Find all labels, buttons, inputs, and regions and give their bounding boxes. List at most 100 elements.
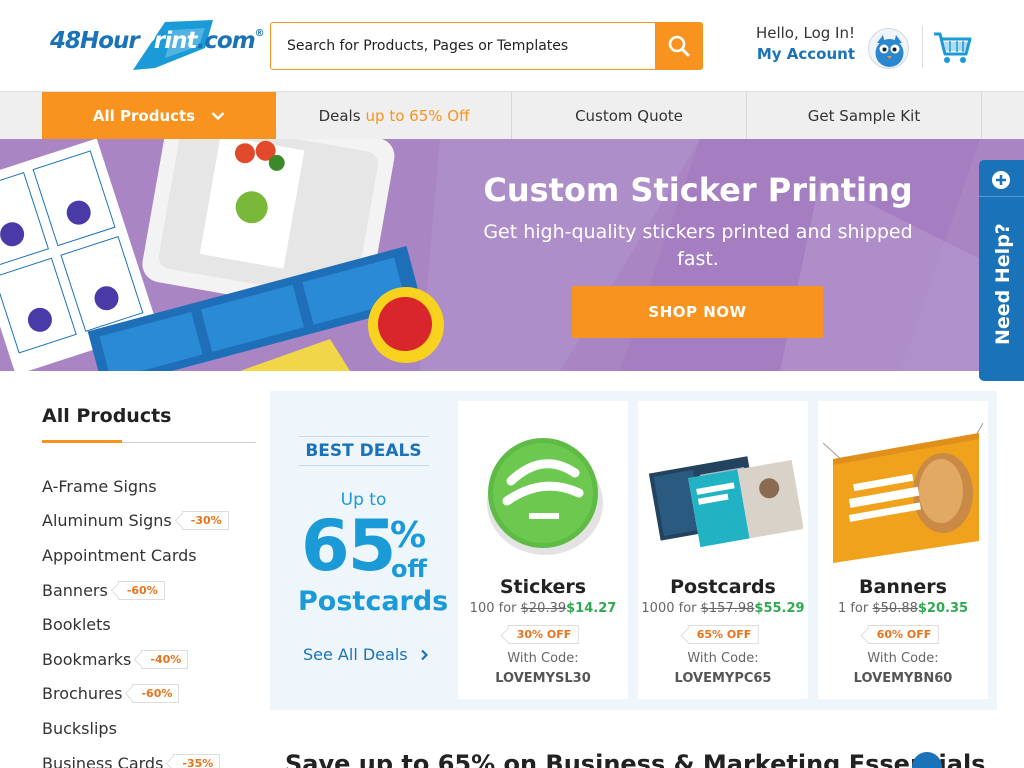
nav-custom-quote-label: Custom Quote [575,107,683,125]
chevron-down-icon [211,112,225,121]
sticker-image [487,438,603,555]
deal-card-price: 1000 for $157.98$55.29 [638,601,808,616]
discount-badge: -35% [173,753,221,768]
mascot-avatar[interactable] [868,28,909,69]
deal-card-code: LOVEMYBN60 [853,671,953,686]
sidebar-title: All Products [42,405,172,427]
site-header: 48HourPrint.com® Hello, Log In! My Accou… [0,0,1024,91]
deal-card-code-label: With Code: [867,651,939,666]
see-all-deals-label: See All Deals [303,645,408,664]
best-deals-panel: BEST DEALS Up to 65 % off Postcards See … [270,391,997,710]
hero-title: Custom Sticker Printing [483,171,913,209]
nav-deals-highlight: up to 65% Off [365,107,470,125]
postcard-image [648,456,803,548]
header-divider [922,26,923,68]
deal-card-stickers[interactable]: Stickers 100 for $20.39$14.27 30% OFF Wi… [458,401,628,699]
discount-badge: -60% [117,580,165,600]
discount-badge: -40% [141,649,189,669]
deal-card-price: 1 for $50.88$20.35 [818,601,988,616]
deal-card-new-price: $55.29 [754,601,805,616]
sidebar-title-underline [42,440,256,443]
nav-custom-quote[interactable]: Custom Quote [512,92,747,140]
mascot-icon [875,35,904,67]
deal-card-postcards[interactable]: Postcards 1000 for $157.98$55.29 65% OFF… [638,401,808,699]
deal-card-code-label: With Code: [687,651,759,666]
sidebar-item-label: Brochures [42,684,123,704]
deal-card-new-price: $20.35 [917,601,969,616]
deal-card-badge: 65% OFF [687,625,759,644]
best-deals-percent-sign: % [390,515,427,556]
sidebar-item-label: Booklets [42,615,111,635]
discount-badge: -60% [132,684,180,704]
sidebar-item-booklets[interactable]: Booklets [42,607,256,642]
deal-card-code: LOVEMYPC65 [674,671,772,686]
sidebar-item-buckslips[interactable]: Buckslips [42,711,256,746]
best-deals-product: Postcards [298,586,449,617]
search-input[interactable] [271,23,657,69]
deal-card-badge: 60% OFF [867,625,939,644]
sidebar-item-aluminum-signs[interactable]: Aluminum Signs -30% [42,504,256,539]
sidebar-item-bookmarks[interactable]: Bookmarks -40% [42,642,256,677]
sidebar-item-label: Bookmarks [42,649,132,669]
best-deals-title: BEST DEALS [298,436,429,466]
cart-button[interactable] [932,30,972,66]
sidebar-list: A-Frame Signs Aluminum Signs -30% Appoint… [42,469,256,768]
deal-card-qty: 1000 for [641,601,697,616]
sidebar-item-appointment-cards[interactable]: Appointment Cards [42,538,256,573]
help-tab-divider [979,196,1024,197]
best-deals-percent: 65 [301,505,396,587]
hero-subtitle: Get high-quality stickers printed and sh… [483,221,913,270]
nav-deals-label: Deals [318,107,361,125]
cart-icon [934,32,972,63]
deal-card-banners[interactable]: Banners 1 for $50.88$20.35 60% OFF With … [818,401,988,699]
deal-card-badge: 30% OFF [507,625,579,644]
sidebar-item-a-frame-signs[interactable]: A-Frame Signs [42,469,256,504]
chevron-right-icon [420,649,428,660]
need-help-tab[interactable]: Need Help? [979,160,1024,381]
product-sidebar: All Products A-Frame Signs Aluminum Sign… [42,405,256,768]
deal-card-name: Stickers [499,576,587,598]
account-block[interactable]: Hello, Log In! My Account [740,24,855,63]
deal-card-old-price: $50.88 [872,601,918,616]
discount-badge: -30% [181,511,229,531]
deal-card-qty: 100 for [469,601,517,616]
sidebar-item-label: Appointment Cards [42,545,197,565]
best-deals-off: off [391,555,427,583]
site-logo[interactable]: 48HourPrint.com® [50,18,265,72]
search-box [270,22,703,70]
login-link[interactable]: Hello, Log In! [740,24,855,42]
sidebar-item-brochures[interactable]: Brochures -60% [42,677,256,712]
banner-image [823,422,983,563]
main-nav: All Products Deals up to 65% Off Custom … [0,91,1024,140]
deal-card-new-price: $14.27 [566,601,617,616]
nav-all-products[interactable]: All Products [42,92,276,140]
deal-card-name: Postcards [670,576,776,598]
sidebar-item-label: Buckslips [42,718,117,738]
nav-sample-kit[interactable]: Get Sample Kit [747,92,982,140]
sidebar-item-label: Banners [42,580,108,600]
deal-card-old-price: $20.39 [520,601,567,616]
nav-sample-kit-label: Get Sample Kit [807,107,921,125]
shop-now-button[interactable]: SHOP NOW [572,286,823,338]
logo-text: 48HourPrint.com® [50,28,265,54]
sidebar-item-banners[interactable]: Banners -60% [42,573,256,608]
hero-banner: Custom Sticker Printing Get high-quality… [0,139,1024,371]
deal-card-code: LOVEMYSL30 [495,671,591,686]
sidebar-item-business-cards[interactable]: Business Cards -35% [42,746,256,768]
need-help-label: Need Help? [992,223,1014,345]
plus-circle-icon [992,171,1010,189]
section-heading: Save up to 65% on Business & Marketing E… [285,750,986,768]
deal-card-price: 100 for $20.39$14.27 [458,601,628,616]
search-icon [668,35,689,57]
best-deals-promo: BEST DEALS Up to 65 % off Postcards See … [298,436,448,664]
deal-card-name: Banners [859,576,947,598]
search-button[interactable] [655,23,702,69]
page: 48HourPrint.com® Hello, Log In! My Accou… [0,0,1024,768]
deal-card-code-label: With Code: [507,651,579,666]
sidebar-item-label: A-Frame Signs [42,476,157,496]
see-all-deals-link[interactable]: See All Deals [303,645,428,664]
deal-card-qty: 1 for [837,601,869,616]
my-account-link[interactable]: My Account [740,45,855,63]
deal-card-old-price: $157.98 [700,601,755,616]
nav-deals[interactable]: Deals up to 65% Off [277,92,512,140]
